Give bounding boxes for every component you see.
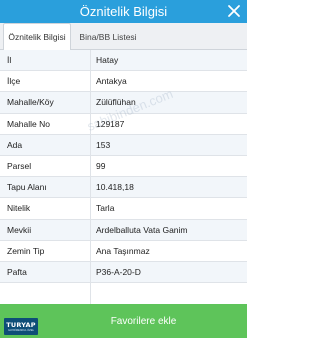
attribute-info-window: Öznitelik Bilgisi Öznitelik Bilgisi Bina… <box>0 0 247 338</box>
row-key: Mahalle/Köy <box>7 97 54 108</box>
turyap-logo: TURYAP GAYRİMENKUL ÖZEL <box>4 318 38 335</box>
table-row: Zemin Tip Ana Taşınmaz <box>0 240 247 262</box>
tab-building-list[interactable]: Bina/BB Listesi <box>72 23 144 50</box>
tab-attribute-info-label: Öznitelik Bilgisi <box>8 32 66 42</box>
table-row: Mahalle No 129187 <box>0 113 247 135</box>
row-key: Parsel <box>7 161 32 172</box>
row-value: 153 <box>96 139 111 150</box>
row-key: İl <box>7 55 12 66</box>
tab-building-list-label: Bina/BB Listesi <box>79 31 137 42</box>
row-key: Mevkii <box>7 224 32 235</box>
table-row: Mevkii Ardelballuta Vata Ganim <box>0 219 247 241</box>
table-row: Pafta P36-A-20-D <box>0 262 247 284</box>
row-value: Zülüflühan <box>96 97 136 108</box>
column-divider <box>90 50 91 304</box>
table-row: Tapu Alanı 10.418,18 <box>0 177 247 199</box>
row-key: Zemin Tip <box>7 245 45 256</box>
table-row: Nitelik Tarla <box>0 198 247 220</box>
add-to-favorites-button[interactable]: Favorilere ekle <box>40 304 247 338</box>
row-key: Mahalle No <box>7 118 50 129</box>
tab-attribute-info[interactable]: Öznitelik Bilgisi <box>3 23 71 50</box>
row-key: İlçe <box>7 76 21 87</box>
row-value: 99 <box>96 161 106 172</box>
logo-text: TURYAP <box>6 320 36 329</box>
close-icon[interactable] <box>226 3 242 19</box>
table-row: Ada 153 <box>0 134 247 156</box>
tab-bar: Öznitelik Bilgisi Bina/BB Listesi <box>0 23 247 50</box>
table-row: Parsel 99 <box>0 156 247 178</box>
table-row: İl Hatay <box>0 50 247 72</box>
row-key: Tapu Alanı <box>7 182 47 193</box>
row-value: Ana Taşınmaz <box>96 245 150 256</box>
logo-subtext: GAYRİMENKUL ÖZEL <box>7 328 35 332</box>
table-row: Mahalle/Köy Zülüflühan <box>0 92 247 114</box>
attribute-table: İl Hatay İlçe Antakya Mahalle/Köy Zülüfl… <box>0 50 247 304</box>
row-key: Nitelik <box>7 203 31 214</box>
row-key: Pafta <box>7 267 27 278</box>
row-value: 10.418,18 <box>96 182 134 193</box>
row-key: Ada <box>7 139 23 150</box>
row-value: Hatay <box>96 55 119 66</box>
row-value: 129187 <box>96 118 125 129</box>
title-bar: Öznitelik Bilgisi <box>0 0 247 23</box>
row-value: Antakya <box>96 76 127 87</box>
row-value: P36-A-20-D <box>96 267 141 278</box>
row-value: Ardelballuta Vata Ganim <box>96 224 188 235</box>
window-title: Öznitelik Bilgisi <box>79 4 168 19</box>
row-value: Tarla <box>96 203 115 214</box>
table-row: İlçe Antakya <box>0 71 247 93</box>
add-to-favorites-label: Favorilere ekle <box>110 315 177 327</box>
